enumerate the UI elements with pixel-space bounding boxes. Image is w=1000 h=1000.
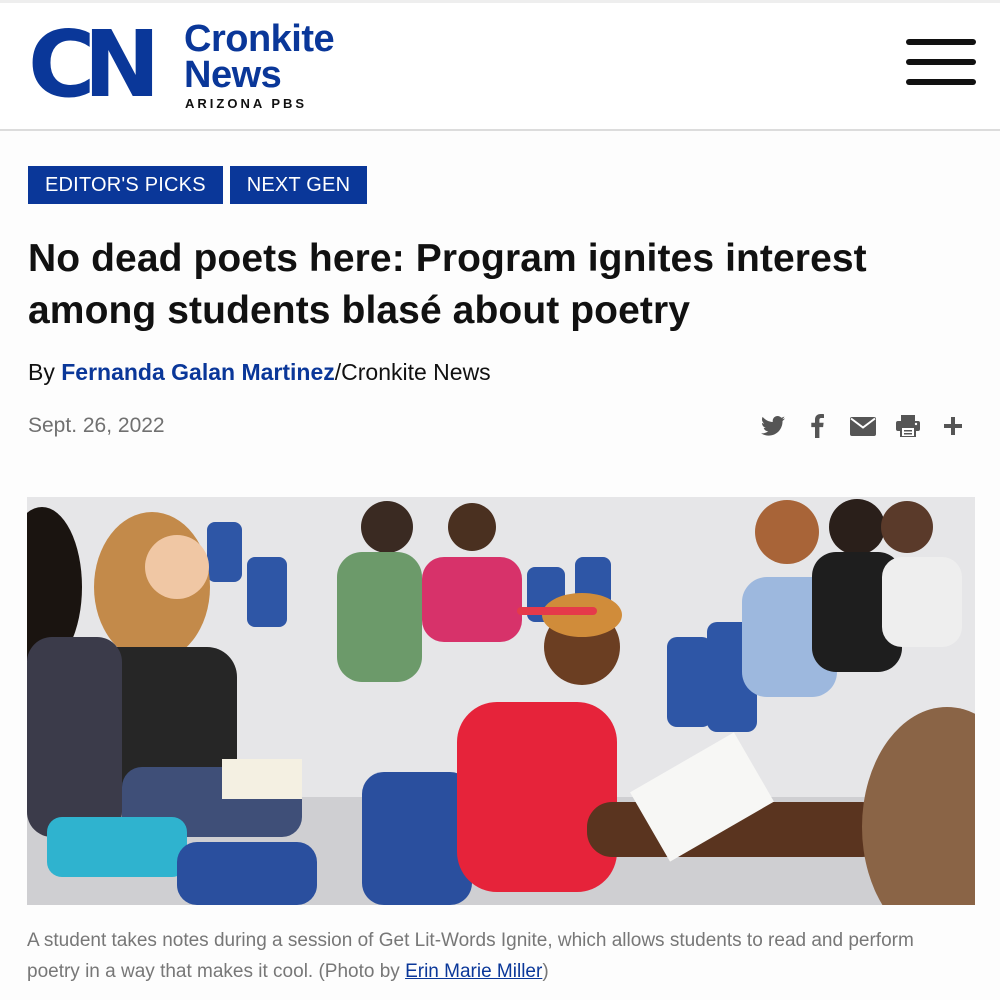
menu-bar (906, 79, 976, 85)
menu-bar (906, 39, 976, 45)
logo-subtitle: ARIZONA PBS (185, 96, 308, 111)
share-bar (750, 405, 975, 447)
photo-caption: A student takes notes during a session o… (27, 925, 957, 987)
author-link[interactable]: Fernanda Galan Martinez (61, 359, 335, 385)
category-tags: EDITOR'S PICKS NEXT GEN (28, 166, 368, 204)
logo-word-news: News (184, 54, 282, 96)
facebook-icon[interactable] (795, 405, 840, 447)
article-photo (27, 497, 975, 905)
tag-next-gen[interactable]: NEXT GEN (229, 166, 368, 204)
plus-icon[interactable] (930, 405, 975, 447)
menu-bar (906, 59, 976, 65)
byline-source: /Cronkite News (334, 359, 491, 385)
classroom-photo-illustration (27, 497, 975, 905)
print-icon[interactable] (885, 405, 930, 447)
photo-credit-link[interactable]: Erin Marie Miller (405, 961, 542, 982)
twitter-icon[interactable] (750, 405, 795, 447)
email-icon[interactable] (840, 405, 885, 447)
logo-mark: CN (28, 11, 160, 118)
hamburger-menu-icon[interactable] (906, 39, 976, 85)
byline: By Fernanda Galan Martinez/Cronkite News (28, 357, 491, 387)
byline-prefix: By (28, 359, 62, 385)
cronkite-news-logo[interactable]: CN Cronkite News ARIZONA PBS (28, 11, 348, 118)
caption-end: ) (542, 961, 549, 982)
publish-date: Sept. 26, 2022 (28, 414, 165, 437)
article-title: No dead poets here: Program ignites inte… (28, 237, 867, 332)
tag-editors-picks[interactable]: EDITOR'S PICKS (28, 166, 223, 204)
site-header: CN Cronkite News ARIZONA PBS (0, 3, 1000, 131)
logo-word-cronkite: Cronkite (184, 18, 335, 60)
